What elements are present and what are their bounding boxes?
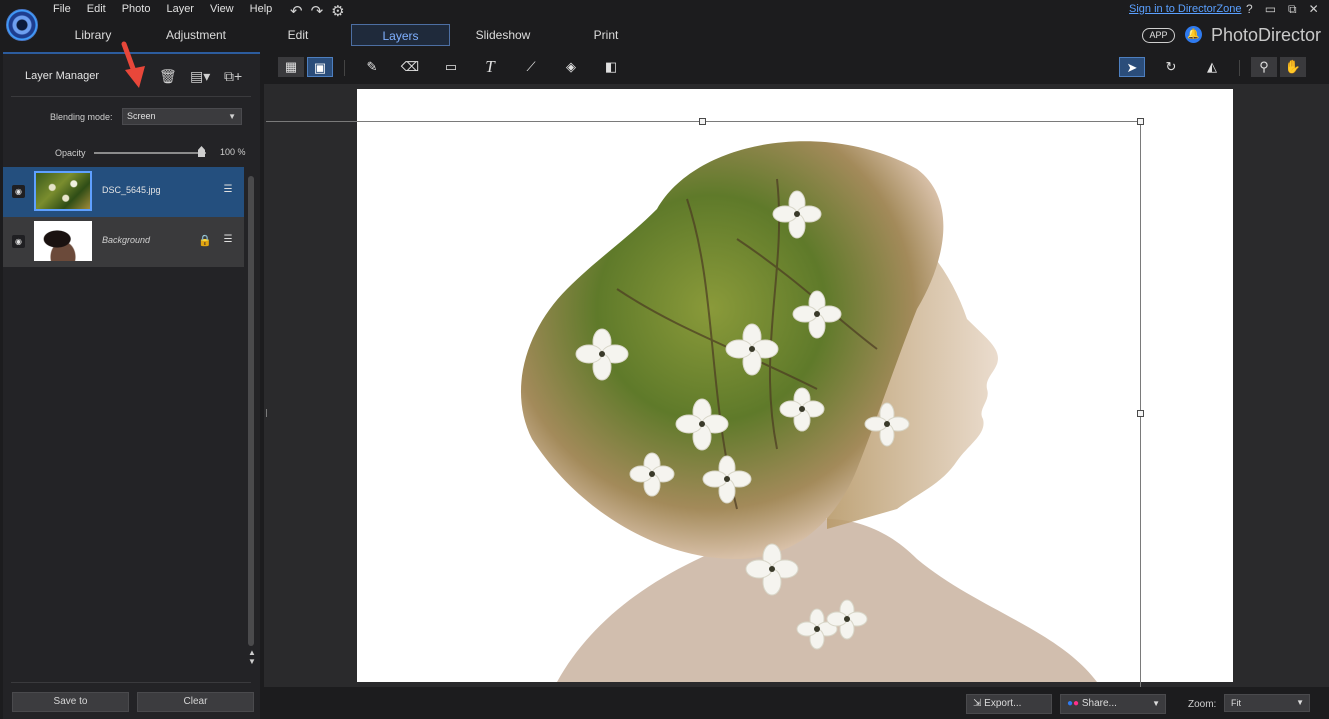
eraser-icon[interactable]: ⌫: [397, 57, 423, 77]
gradient-icon[interactable]: ◧: [598, 57, 624, 77]
text-icon[interactable]: T: [477, 57, 503, 77]
panel-title: Layer Manager: [25, 70, 99, 82]
signin-link[interactable]: Sign in to DirectorZone: [1129, 3, 1242, 15]
photo-canvas[interactable]: [357, 89, 1233, 682]
layer-row-dsc5645[interactable]: ◉ DSC_5645.jpg ☰: [3, 167, 244, 217]
trash-icon[interactable]: 🗑: [159, 68, 177, 85]
scroll-arrows-icon[interactable]: ▲ ▼: [248, 648, 256, 666]
tab-edit[interactable]: Edit: [276, 24, 320, 46]
opacity-label: Opacity: [55, 148, 86, 158]
menu-help[interactable]: Help: [250, 3, 273, 15]
clone-icon[interactable]: ⟋: [518, 57, 544, 77]
rectangle-icon[interactable]: ▭: [438, 57, 464, 77]
module-tabs: Library Adjustment Edit Layers Slideshow…: [0, 24, 660, 46]
visibility-eye-icon[interactable]: ◉: [12, 185, 25, 198]
layer-thumbnail: [34, 171, 92, 211]
title-bar: File Edit Photo Layer View Help ↶ ↷ ⚙ Li…: [0, 0, 1329, 52]
add-layer-icon[interactable]: ⧉+: [224, 68, 242, 85]
select-icon[interactable]: ➤: [1119, 57, 1145, 77]
app-badge[interactable]: APP: [1142, 28, 1175, 43]
rotate-icon[interactable]: ↻: [1158, 57, 1184, 77]
menu-photo[interactable]: Photo: [122, 3, 151, 15]
lock-icon[interactable]: 🔒: [198, 234, 212, 247]
quick-actions: ↶ ↷ ⚙: [290, 2, 345, 20]
opacity-slider-handle[interactable]: [198, 146, 205, 157]
chevron-down-icon: ▼: [228, 112, 236, 121]
export-icon: ⇲: [973, 698, 985, 709]
share-button[interactable]: ●● Share... ▼: [1060, 694, 1166, 714]
fill-icon[interactable]: ◈: [558, 57, 584, 77]
brush-icon[interactable]: ✎: [359, 57, 385, 77]
restore-icon[interactable]: ⧉: [1288, 2, 1297, 17]
layer-adjust-icon[interactable]: ☰: [221, 184, 235, 197]
redo-icon[interactable]: ↷: [311, 2, 324, 20]
layer-manager-panel: Layer Manager 🗑 ▤▾ ⧉+ Blending mode: Scr…: [3, 52, 260, 719]
compare-view-icon[interactable]: ▦: [278, 57, 304, 77]
zoom-label: Zoom:: [1188, 699, 1217, 710]
annotation-arrow: [121, 41, 145, 88]
resize-handle[interactable]: [1137, 410, 1144, 417]
layer-name: DSC_5645.jpg: [102, 185, 161, 195]
minimize-icon[interactable]: ▭: [1265, 2, 1276, 17]
blending-mode-select[interactable]: Screen ▼: [122, 108, 242, 125]
layer-options-icon[interactable]: ▤▾: [190, 68, 210, 85]
divider: [11, 96, 251, 97]
single-view-icon[interactable]: ▣: [307, 57, 333, 77]
export-label: Export...: [984, 698, 1022, 709]
resize-handle[interactable]: [1137, 118, 1144, 125]
chevron-down-icon: ▼: [1296, 698, 1304, 707]
clear-button[interactable]: Clear: [137, 692, 254, 712]
flip-icon[interactable]: ◭: [1199, 57, 1225, 77]
menu-view[interactable]: View: [210, 3, 234, 15]
blending-mode-label: Blending mode:: [50, 112, 113, 122]
save-to-button[interactable]: Save to: [12, 692, 129, 712]
tab-slideshow[interactable]: Slideshow: [468, 24, 538, 46]
window-controls: ? ▭ ⧉ ✕: [1246, 2, 1319, 17]
visibility-eye-icon[interactable]: ◉: [12, 235, 25, 248]
chevron-down-icon[interactable]: ▼: [1152, 695, 1160, 713]
bottom-bar: ⇲ Export... ●● Share... ▼ Zoom: Fit ▼: [264, 687, 1329, 719]
product-name: PhotoDirector: [1211, 25, 1322, 45]
menu-file[interactable]: File: [53, 3, 71, 15]
zoom-value: Fit: [1231, 698, 1241, 708]
layer-adjust-icon[interactable]: ☰: [221, 234, 235, 247]
tab-adjustment[interactable]: Adjustment: [160, 24, 232, 46]
share-icon-dot: ●: [1073, 698, 1080, 709]
layer-thumbnail: [34, 221, 92, 261]
blending-mode-value: Screen: [127, 111, 156, 121]
opacity-value: 100 %: [220, 147, 246, 157]
layer-row-background[interactable]: ◉ Background 🔒 ☰: [3, 217, 244, 267]
help-icon[interactable]: ?: [1246, 2, 1253, 17]
tab-print[interactable]: Print: [585, 24, 627, 46]
separator: [344, 60, 345, 76]
tab-layers[interactable]: Layers: [351, 24, 450, 46]
layer-list-scrollbar[interactable]: [248, 176, 254, 646]
hand-icon[interactable]: ✋: [1280, 57, 1306, 77]
resize-handle[interactable]: [699, 118, 706, 125]
undo-icon[interactable]: ↶: [290, 2, 303, 20]
selection-left-marker: [266, 409, 267, 417]
zoom-icon[interactable]: ⚲: [1251, 57, 1277, 77]
zoom-select[interactable]: Fit ▼: [1224, 694, 1310, 712]
export-button[interactable]: ⇲ Export...: [966, 694, 1052, 714]
menu-edit[interactable]: Edit: [87, 3, 106, 15]
share-label: Share...: [1081, 698, 1117, 709]
menu-layer[interactable]: Layer: [166, 3, 194, 15]
divider: [11, 682, 251, 683]
selection-border-right: [1140, 121, 1141, 687]
opacity-slider[interactable]: [94, 152, 206, 154]
menu-bar: File Edit Photo Layer View Help: [53, 3, 272, 15]
settings-gear-icon[interactable]: ⚙: [331, 2, 344, 20]
tool-toolbar: ▦ ▣ ✎ ⌫ ▭ T ⟋ ◈ ◧ ➤ ↻ ◭ ⚲ ✋: [264, 52, 1329, 84]
layer-name: Background: [102, 235, 151, 245]
close-icon[interactable]: ✕: [1309, 2, 1319, 17]
separator: [1239, 60, 1240, 76]
notification-bell-icon[interactable]: 🔔: [1185, 26, 1202, 43]
double-exposure-image: [520, 141, 1097, 682]
